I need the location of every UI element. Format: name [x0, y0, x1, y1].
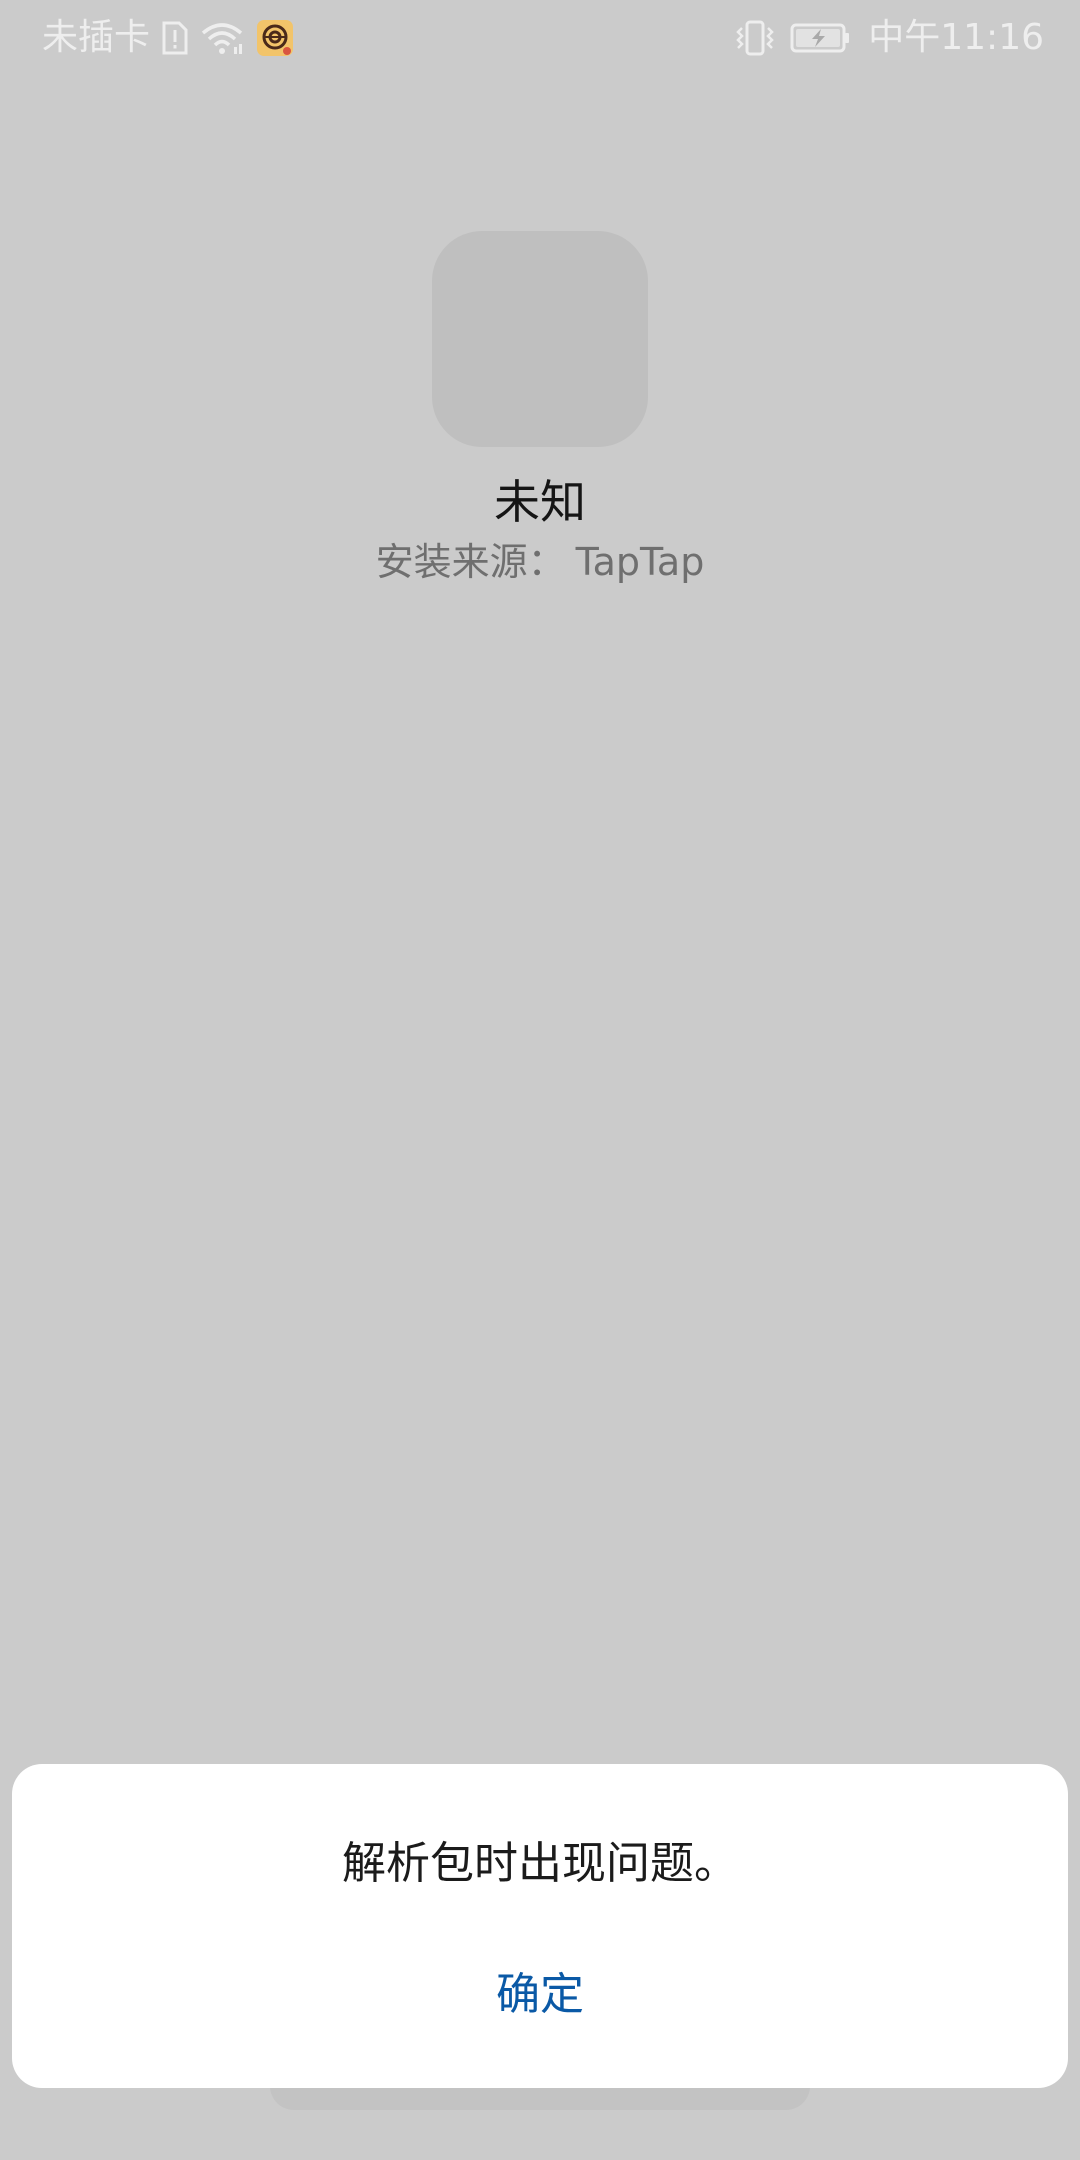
app-notification-icon	[256, 19, 294, 57]
battery-charging-icon	[790, 22, 850, 54]
vibrate-icon	[734, 20, 776, 56]
confirm-button[interactable]: 确定	[420, 1960, 660, 2030]
install-source: 安装来源： TapTap	[0, 534, 1080, 590]
error-dialog: 解析包时出现问题。 确定	[12, 1764, 1068, 2088]
dialog-message: 解析包时出现问题。	[342, 1838, 738, 1889]
app-name: 未知	[494, 475, 586, 529]
wifi-icon	[200, 21, 244, 55]
carrier-text: 未插卡	[42, 17, 151, 58]
status-bar: 未插卡 中午11:16	[0, 0, 1080, 76]
install-source-label: 安装来源：	[375, 540, 566, 584]
app-icon-placeholder	[432, 231, 648, 447]
sim-alert-icon	[162, 21, 188, 55]
install-source-value: TapTap	[575, 540, 705, 584]
clock-text: 中午11:16	[868, 17, 1044, 58]
status-bar-right: 中午11:16	[734, 12, 1044, 64]
status-bar-left: 未插卡	[42, 12, 294, 64]
